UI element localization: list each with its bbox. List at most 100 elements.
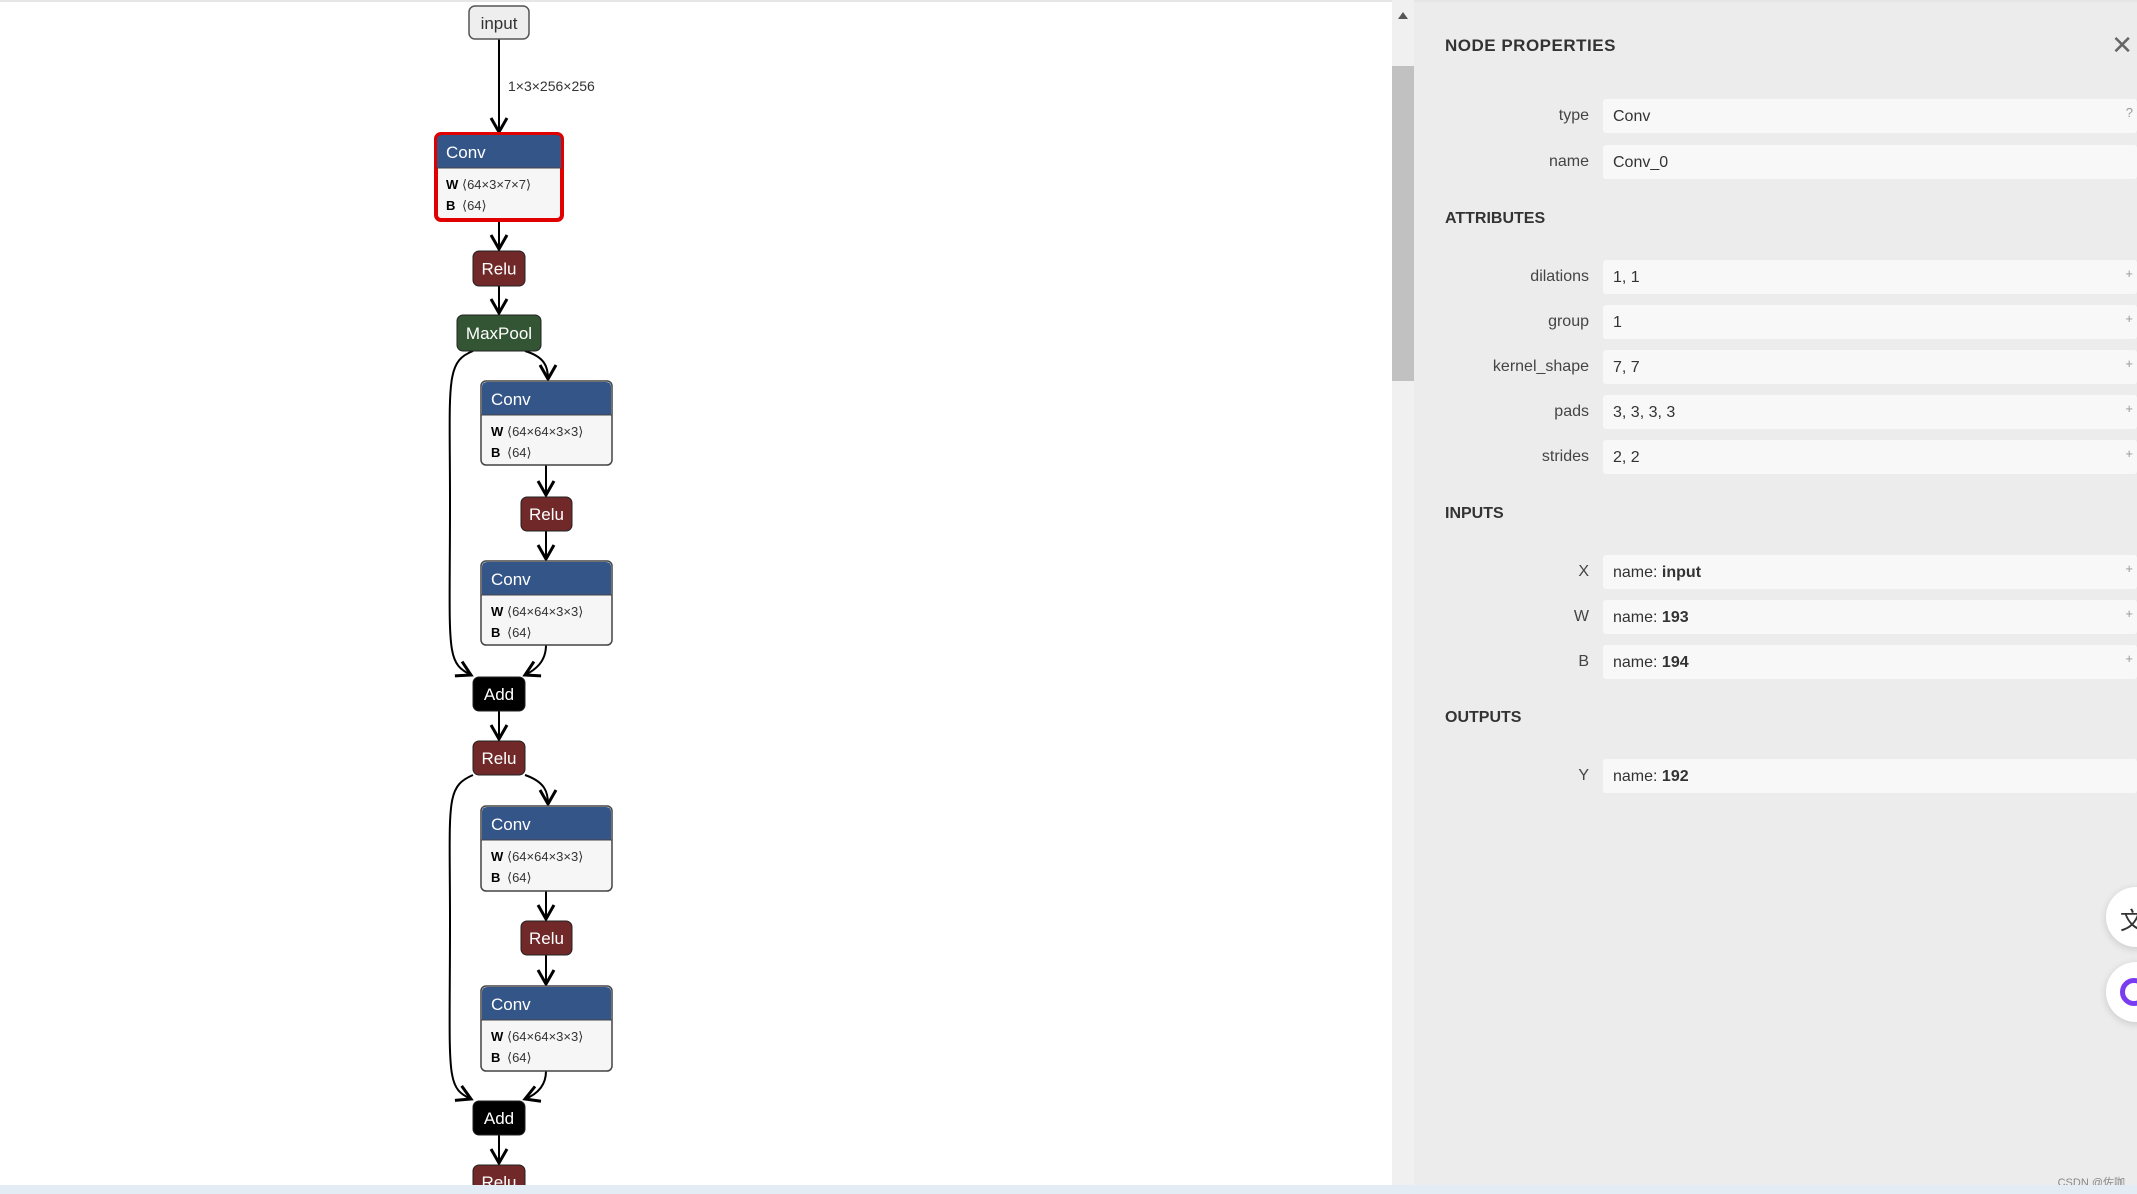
- weight-shape: ⟨64×64×3×3⟩: [507, 424, 583, 439]
- bias-key: B: [491, 625, 500, 640]
- property-value[interactable]: name: 194 +: [1603, 645, 2137, 679]
- property-value[interactable]: 3, 3, 3, 3 +: [1603, 395, 2137, 429]
- property-value[interactable]: name: 192: [1603, 759, 2137, 793]
- weight-shape: ⟨64×64×3×3⟩: [507, 1029, 583, 1044]
- property-value[interactable]: 1, 1 +: [1603, 260, 2137, 294]
- property-label: dilations: [1530, 268, 1589, 285]
- inputs-header: INPUTS: [1445, 505, 1504, 522]
- weight-shape: ⟨64×64×3×3⟩: [507, 849, 583, 864]
- scrollbar-thumb[interactable]: [1392, 66, 1414, 381]
- graph-edge: [524, 774, 558, 808]
- node-label: Conv: [491, 815, 531, 834]
- expand-icon[interactable]: +: [2125, 311, 2133, 326]
- property-value[interactable]: 1 +: [1603, 305, 2137, 339]
- bias-key: B: [491, 870, 500, 885]
- expand-icon[interactable]: +: [2125, 561, 2133, 576]
- weight-key: W: [491, 849, 504, 864]
- property-label: strides: [1541, 448, 1589, 465]
- value-prefix: name:: [1613, 654, 1662, 671]
- node-label: Relu: [482, 260, 517, 279]
- node-label: Conv: [491, 570, 531, 589]
- property-label: W: [1573, 608, 1589, 625]
- property-label: type: [1558, 107, 1589, 124]
- property-type: type Conv?: [1414, 99, 2137, 133]
- node-relu[interactable]: Relu: [472, 1164, 526, 1187]
- node-relu[interactable]: Relu: [520, 496, 573, 532]
- node-relu[interactable]: Relu: [520, 920, 573, 956]
- property-value[interactable]: 2, 2 +: [1603, 440, 2137, 474]
- weight-key: W: [491, 424, 504, 439]
- close-icon[interactable]: ✕: [2111, 30, 2133, 61]
- property-group: group 1 +: [1414, 305, 2137, 339]
- value-text: 1: [1613, 314, 1622, 331]
- property-label: Y: [1578, 767, 1589, 784]
- node-label: Relu: [482, 749, 517, 768]
- property-label: group: [1548, 313, 1589, 330]
- node-conv[interactable]: Conv W ⟨64×64×3×3⟩ B ⟨64⟩: [480, 380, 613, 466]
- property-x: Xname: input +: [1414, 555, 2137, 589]
- bias-shape: ⟨64⟩: [507, 870, 532, 885]
- value-prefix: name:: [1613, 564, 1662, 581]
- help-icon[interactable]: ?: [2126, 105, 2133, 120]
- property-value[interactable]: Conv?: [1603, 99, 2137, 133]
- weight-shape: ⟨64×3×7×7⟩: [462, 177, 531, 192]
- property-label: X: [1578, 563, 1589, 580]
- node-conv[interactable]: Conv W ⟨64×3×7×7⟩ B ⟨64⟩: [434, 132, 564, 222]
- property-value[interactable]: Conv_0: [1603, 145, 2137, 179]
- node-label: Relu: [529, 929, 564, 948]
- value-name: 194: [1661, 654, 1689, 671]
- edge-label: 1×3×256×256: [508, 78, 595, 94]
- bias-key: B: [491, 445, 500, 460]
- bias-key: B: [446, 198, 455, 213]
- node-relu[interactable]: Relu: [472, 740, 526, 776]
- node-conv[interactable]: Conv W ⟨64×64×3×3⟩ B ⟨64⟩: [480, 985, 613, 1072]
- node-add[interactable]: Add: [472, 676, 526, 712]
- property-value[interactable]: 7, 7 +: [1603, 350, 2137, 384]
- property-value[interactable]: name: input +: [1603, 555, 2137, 589]
- property-label: pads: [1554, 403, 1589, 420]
- panel-title: NODE PROPERTIES: [1445, 36, 1616, 55]
- property-name: name Conv_0: [1414, 145, 2137, 179]
- node-conv[interactable]: Conv W ⟨64×64×3×3⟩ B ⟨64⟩: [480, 805, 613, 892]
- scroll-up-arrow-icon[interactable]: [1398, 12, 1408, 19]
- value-text: 7, 7: [1613, 359, 1640, 376]
- property-label: name: [1548, 153, 1589, 170]
- property-kernel_shape: kernel_shape 7, 7 +: [1414, 350, 2137, 384]
- node-label: Conv: [491, 995, 531, 1014]
- weight-key: W: [491, 1029, 504, 1044]
- expand-icon[interactable]: +: [2125, 606, 2133, 621]
- node-maxpool[interactable]: MaxPool: [456, 314, 542, 352]
- value-text: 2, 2: [1613, 449, 1640, 466]
- value-text: 1, 1: [1613, 269, 1640, 286]
- expand-icon[interactable]: +: [2125, 266, 2133, 281]
- value-name: input: [1661, 564, 1702, 581]
- bias-shape: ⟨64⟩: [507, 1050, 532, 1065]
- attributes-header: ATTRIBUTES: [1445, 210, 1546, 227]
- value-prefix: name:: [1613, 609, 1662, 626]
- value-name: 193: [1661, 609, 1689, 626]
- graph-scrollbar[interactable]: [1392, 0, 1414, 1185]
- value-name: 192: [1661, 768, 1689, 785]
- property-value[interactable]: name: 193 +: [1603, 600, 2137, 634]
- expand-icon[interactable]: +: [2125, 356, 2133, 371]
- node-label: Conv: [446, 143, 486, 162]
- expand-icon[interactable]: +: [2125, 651, 2133, 666]
- bias-shape: ⟨64⟩: [462, 198, 487, 213]
- property-label: kernel_shape: [1492, 358, 1589, 375]
- graph-edge: [448, 774, 474, 1102]
- weight-key: W: [491, 604, 504, 619]
- node-label: input: [481, 14, 518, 33]
- graph-canvas[interactable]: input 1×3×256×256 Conv W ⟨64×3×7×7⟩ B ⟨64⟩ Relu…: [0, 0, 1392, 1187]
- node-relu[interactable]: Relu: [472, 250, 526, 287]
- expand-icon[interactable]: +: [2125, 446, 2133, 461]
- node-input[interactable]: input: [468, 5, 530, 40]
- node-conv[interactable]: Conv W ⟨64×64×3×3⟩ B ⟨64⟩: [480, 560, 613, 646]
- weight-key: W: [446, 177, 459, 192]
- value-text: 3, 3, 3, 3: [1613, 404, 1676, 421]
- bias-key: B: [491, 1050, 500, 1065]
- node-add[interactable]: Add: [472, 1100, 526, 1136]
- type-value: Conv: [1613, 108, 1651, 125]
- property-pads: pads 3, 3, 3, 3 +: [1414, 395, 2137, 429]
- expand-icon[interactable]: +: [2125, 401, 2133, 416]
- bias-shape: ⟨64⟩: [507, 625, 532, 640]
